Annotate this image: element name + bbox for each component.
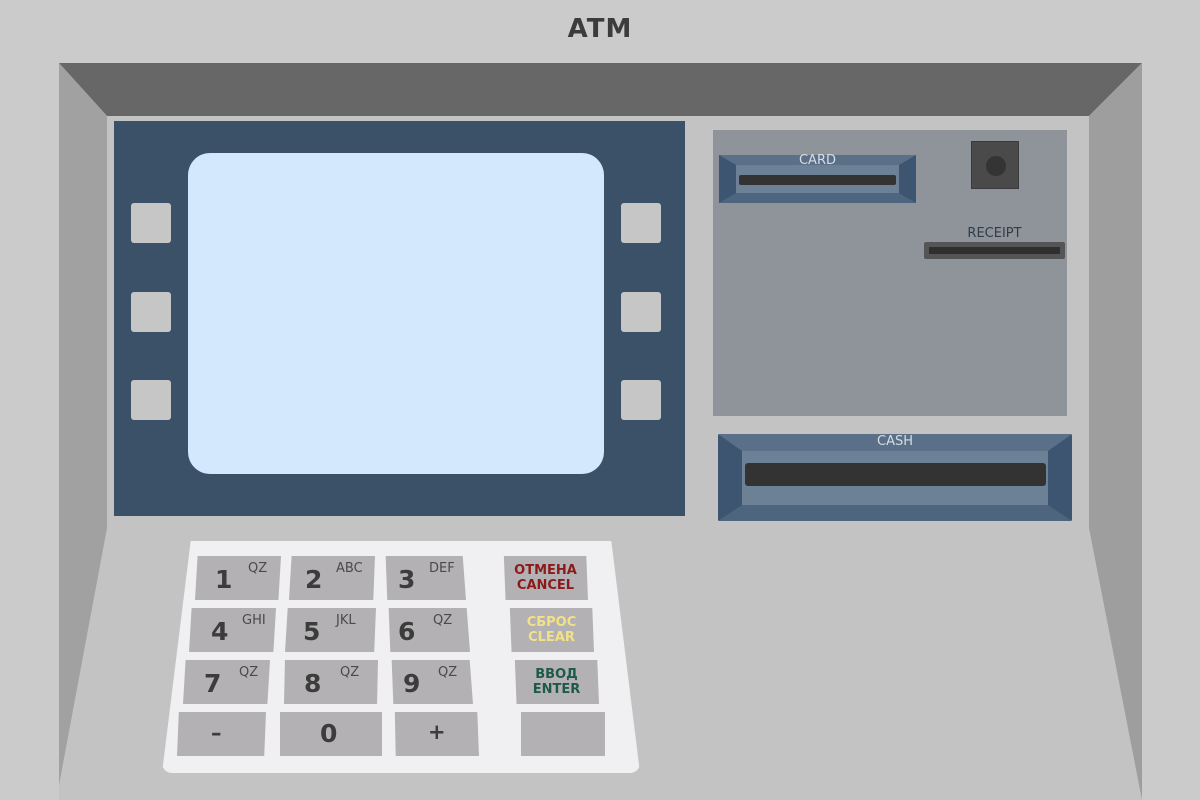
key-6[interactable]: 6 QZ	[388, 608, 470, 652]
key-letters: QZ	[340, 665, 360, 680]
key-minus[interactable]: –	[177, 712, 266, 756]
key-1[interactable]: 1 QZ	[195, 556, 281, 600]
key-letters: QZ	[248, 561, 268, 576]
screen-left-button-2[interactable]	[131, 292, 171, 332]
key-letters: QZ	[239, 665, 259, 680]
screen-right-button-3[interactable]	[621, 380, 661, 420]
key-number: 1	[215, 565, 233, 594]
key-letters: GHI	[242, 613, 266, 628]
cancel-label-ru: ОТМЕНА	[514, 563, 577, 578]
receipt-slot[interactable]	[924, 242, 1065, 259]
receipt-label: RECEIPT	[967, 226, 1022, 241]
key-number: 4	[211, 617, 229, 646]
clear-label-ru: СБРОС	[526, 615, 577, 630]
screen-left-button-1[interactable]	[131, 203, 171, 243]
camera-lens	[986, 156, 1006, 176]
screen-left-button-3[interactable]	[131, 380, 171, 420]
key-letters: ABC	[336, 561, 363, 576]
key-letters: QZ	[433, 613, 453, 628]
blank-button[interactable]	[521, 712, 605, 756]
key-number: +	[428, 720, 446, 744]
key-letters: QZ	[438, 665, 458, 680]
key-4[interactable]: 4 GHI	[189, 608, 276, 652]
enter-button[interactable]: ВВОД ENTER	[514, 660, 599, 704]
enter-label-ru: ВВОД	[535, 667, 578, 682]
screen-right-button-1[interactable]	[621, 203, 661, 243]
key-5[interactable]: 5 JKL	[285, 608, 376, 652]
key-3[interactable]: 3 DEF	[385, 556, 466, 600]
cancel-button[interactable]: ОТМЕНА CANCEL	[503, 556, 588, 600]
key-0[interactable]: 0	[280, 712, 382, 756]
key-number: –	[211, 721, 222, 745]
key-9[interactable]: 9 QZ	[391, 660, 473, 704]
key-number: 6	[398, 617, 416, 646]
atm-display	[188, 153, 604, 474]
key-number: 5	[303, 617, 321, 646]
key-number: 9	[403, 669, 421, 698]
card-label: CARD	[798, 153, 836, 168]
key-plus[interactable]: +	[394, 712, 479, 756]
key-2[interactable]: 2 ABC	[289, 556, 375, 600]
enter-label-en: ENTER	[532, 682, 581, 697]
clear-label-en: CLEAR	[528, 630, 575, 645]
cash-label: CASH	[877, 434, 913, 449]
key-7[interactable]: 7 QZ	[183, 660, 270, 704]
screen-right-button-2[interactable]	[621, 292, 661, 332]
key-letters: JKL	[336, 613, 356, 628]
key-8[interactable]: 8 QZ	[284, 660, 378, 704]
key-letters: DEF	[429, 561, 455, 576]
cancel-label-en: CANCEL	[516, 578, 575, 593]
key-number: 2	[305, 565, 323, 594]
key-number: 8	[304, 669, 322, 698]
camera-icon	[971, 141, 1019, 189]
key-number: 0	[320, 719, 338, 748]
key-number: 7	[204, 669, 222, 698]
clear-button[interactable]: СБРОС CLEAR	[509, 608, 594, 652]
key-number: 3	[398, 565, 416, 594]
